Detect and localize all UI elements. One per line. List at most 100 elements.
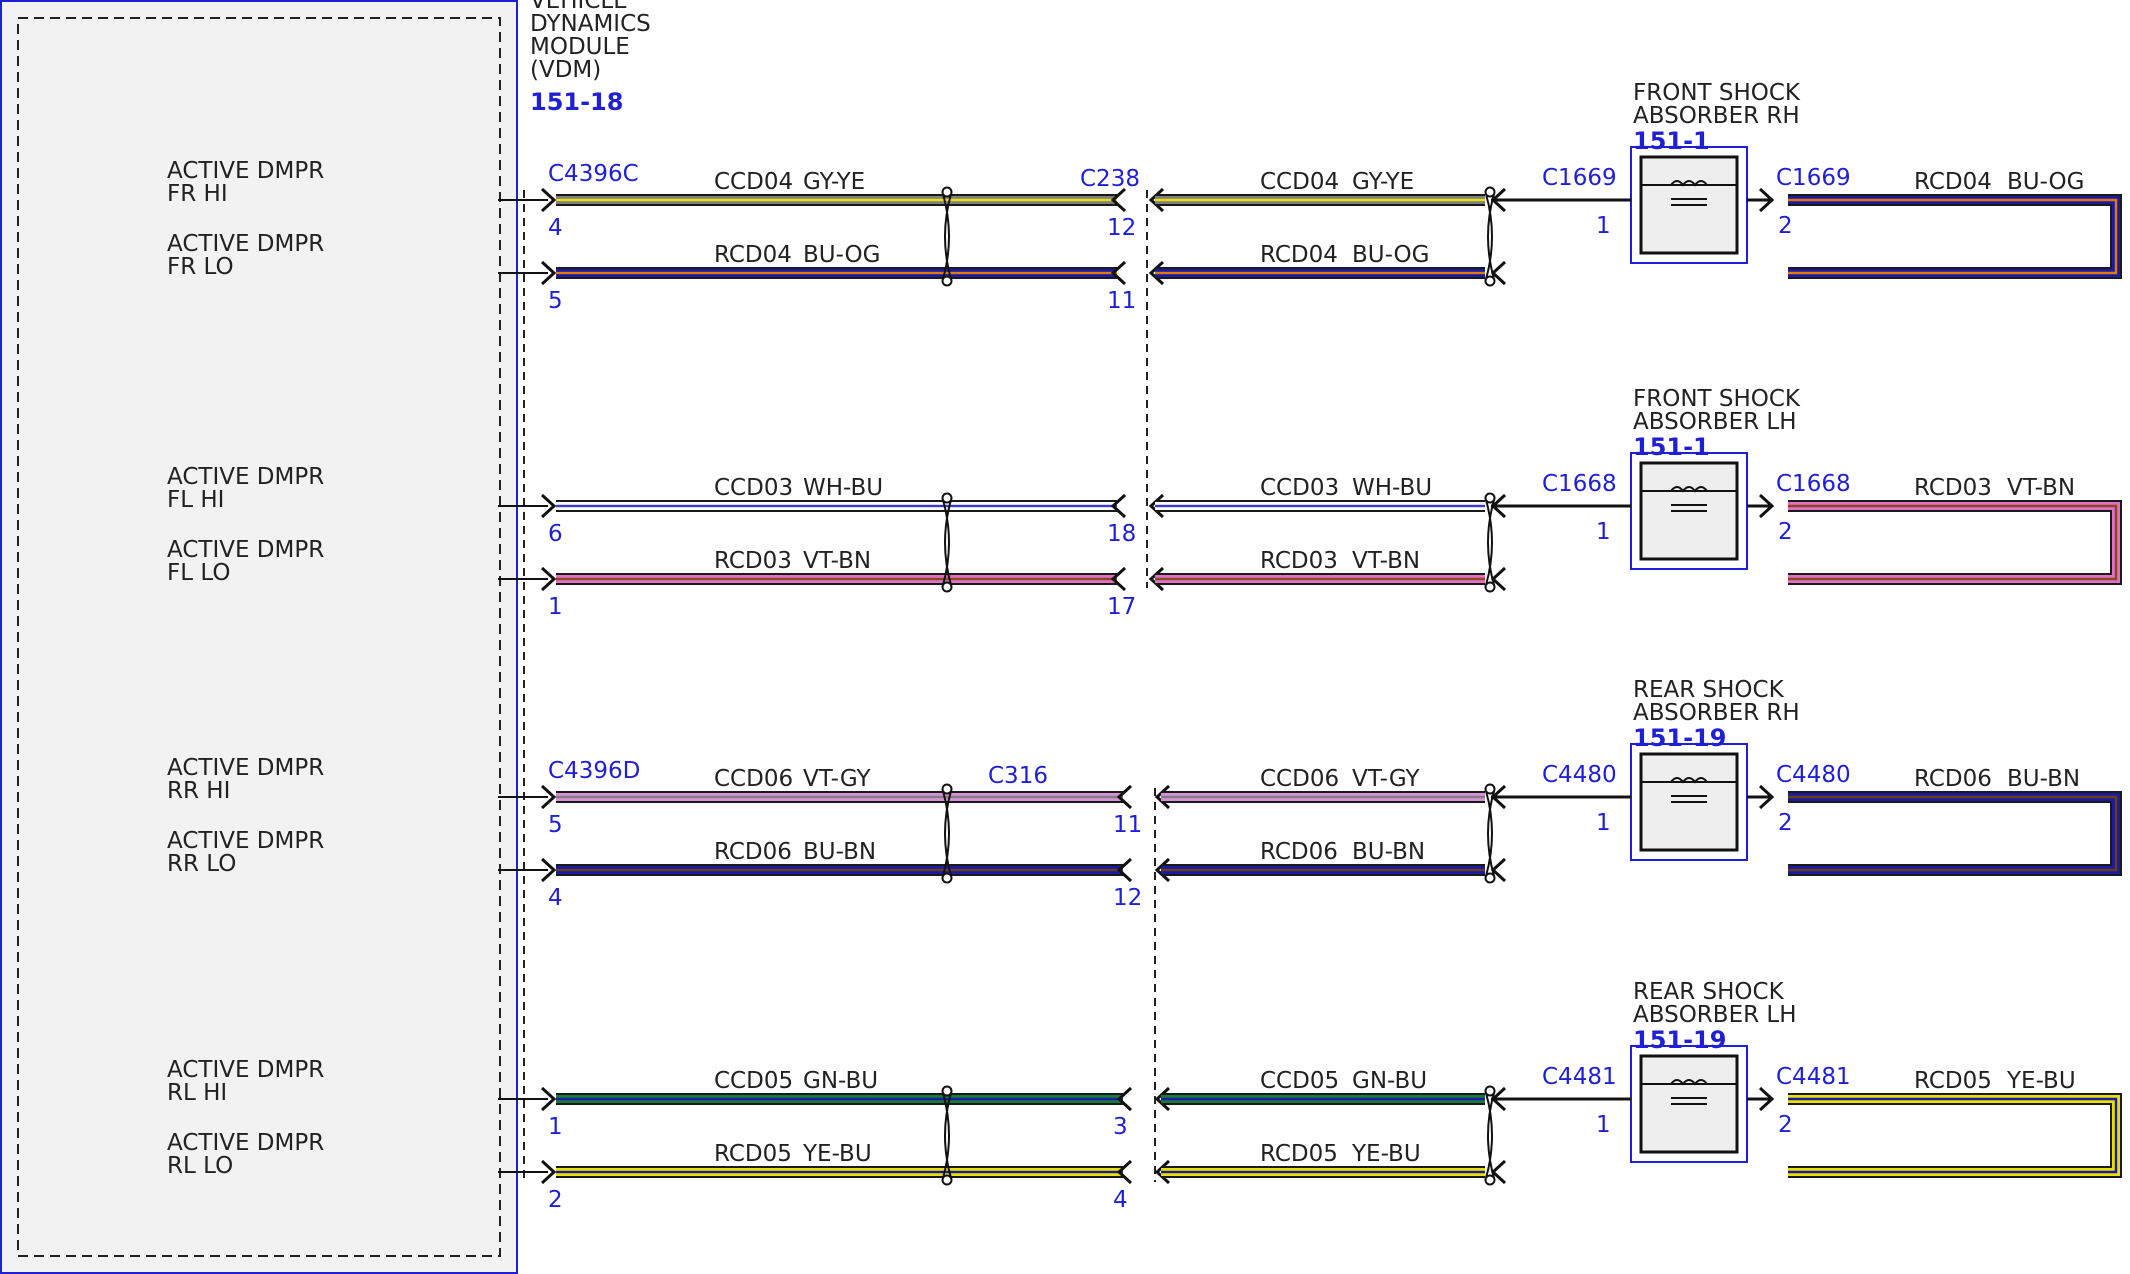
inline-connector: C316 [988, 763, 1048, 789]
wire-rcd03-loop-outline [1788, 500, 2122, 585]
inline-arrow-left [1110, 260, 1127, 286]
wire-color: BU-BN [2007, 766, 2080, 792]
device-ref: 151-1 [1633, 433, 1710, 461]
wire-rcd03-loop-stripe [1788, 504, 2118, 581]
twisted-pair-1-cap-bottom [941, 872, 953, 884]
device-connector: C1669 [1776, 165, 1851, 191]
circuit-id: CCD04 [1260, 169, 1339, 195]
module-pin-number: 5 [548, 288, 563, 314]
twisted-pair-1-cap-top [941, 186, 953, 198]
device-connector: C1668 [1776, 471, 1851, 497]
circuit-id: CCD06 [1260, 766, 1339, 792]
circuit-id: RCD04 [1914, 169, 1992, 195]
pin-label: RL LO [167, 1153, 233, 1179]
device-name: ABSORBER RH [1633, 700, 1800, 726]
device-connector: C1669 [1542, 165, 1617, 191]
device-ref: 151-1 [1633, 127, 1710, 155]
device-pin-number: 2 [1778, 519, 1793, 545]
module-pin-number: 4 [548, 885, 563, 911]
wire-color: YE-BU [2006, 1068, 2076, 1094]
wire-rcd06-segment-1-stripe [556, 868, 1123, 872]
module-pin-number: 4 [548, 215, 563, 241]
device-pin-number: 2 [1778, 810, 1793, 836]
wire-color: VT-GY [1352, 766, 1420, 792]
wire-rcd06-loop-outline [1788, 791, 2122, 876]
wire-color: BU-OG [1352, 242, 1429, 268]
circuit-id: RCD04 [1260, 242, 1338, 268]
wiring-diagram: VEHICLEDYNAMICSMODULE(VDM)151-18ACTIVE D… [0, 0, 2122, 1274]
wire-rcd03-loop-base [1788, 502, 2120, 583]
circuit-id: RCD05 [1260, 1141, 1338, 1167]
wire-rcd05-loop-base [1788, 1095, 2120, 1176]
module-connector: C4396D [548, 758, 640, 784]
wire-harness [498, 186, 2122, 1186]
wire-ccd06-segment-2-stripe [1161, 795, 1485, 799]
module-pin-number: 5 [548, 812, 563, 838]
device-pin-number: 1 [1596, 810, 1611, 836]
device-name: ABSORBER RH [1633, 103, 1800, 129]
inline-pin-number: 12 [1113, 885, 1142, 911]
inline-arrow-left [1116, 1159, 1133, 1185]
inline-pin-number: 17 [1107, 594, 1136, 620]
wire-ccd03-segment-2-stripe [1155, 504, 1485, 508]
module-connector: C4396C [548, 161, 639, 187]
wire-color: YE-BU [802, 1141, 872, 1167]
wire-rcd05-loop-outline [1788, 1093, 2122, 1178]
wire-rcd05-segment-2-stripe [1161, 1170, 1485, 1174]
wire-color: VT-BN [1352, 548, 1420, 574]
wire-rcd06-loop-base [1788, 793, 2120, 874]
circuit-id: RCD04 [714, 242, 792, 268]
circuit-id: RCD06 [1260, 839, 1338, 865]
twisted-pair-2-cap-top [1484, 186, 1496, 198]
wire-rcd04-segment-2-stripe [1155, 271, 1485, 275]
twisted-pair-2-cap-bottom [1484, 581, 1496, 593]
pin-label: RR LO [167, 851, 236, 877]
circuit-id: RCD06 [714, 839, 792, 865]
twisted-pair-1-cap-top [941, 783, 953, 795]
inline-arrow-left [1110, 566, 1127, 592]
inline-pin-number: 12 [1107, 215, 1136, 241]
wire-ccd05-segment-2-stripe [1161, 1097, 1485, 1101]
wire-color: BU-OG [803, 242, 880, 268]
wire-rcd04-loop-stripe [1788, 198, 2118, 275]
pin-label: RL HI [167, 1080, 227, 1106]
wire-ccd05-segment-1-stripe [556, 1097, 1123, 1101]
wire-rcd03-segment-2-stripe [1155, 577, 1485, 581]
module-pin-number: 1 [548, 1114, 563, 1140]
circuit-id: RCD03 [1260, 548, 1338, 574]
device-name: ABSORBER LH [1633, 1002, 1797, 1028]
circuit-id: CCD05 [714, 1068, 793, 1094]
wire-color: GN-BU [803, 1068, 878, 1094]
pin-label: FL HI [167, 487, 224, 513]
wire-ccd04-segment-1-stripe [556, 198, 1117, 202]
circuit-id: RCD05 [714, 1141, 792, 1167]
device-ref: 151-19 [1633, 724, 1726, 752]
circuit-id: CCD06 [714, 766, 793, 792]
device-connector: C4480 [1776, 762, 1851, 788]
twisted-pair-1-cap-top [941, 1085, 953, 1097]
device-name: ABSORBER LH [1633, 409, 1797, 435]
twisted-pair-1-cap-bottom [941, 1174, 953, 1186]
circuit-id: CCD05 [1260, 1068, 1339, 1094]
device-pin-number: 2 [1778, 1112, 1793, 1138]
wire-color: GY-YE [803, 169, 865, 195]
circuit-id: RCD03 [1914, 475, 1992, 501]
device-pin-number: 1 [1596, 1112, 1611, 1138]
wire-rcd04-loop-outline [1788, 194, 2122, 279]
wire-color: VT-BN [803, 548, 871, 574]
wire-color: BU-OG [2007, 169, 2084, 195]
wire-color: VT-BN [2007, 475, 2075, 501]
circuit-id: RCD05 [1914, 1068, 1992, 1094]
pin-label: FR HI [167, 181, 228, 207]
twisted-pair-2-cap-bottom [1484, 1174, 1496, 1186]
wire-rcd04-loop-base [1788, 196, 2120, 277]
circuit-id: CCD04 [714, 169, 793, 195]
device-pin-number: 1 [1596, 213, 1611, 239]
inline-arrow-left [1110, 187, 1127, 213]
module-pin-number: 1 [548, 594, 563, 620]
device-pin-number: 1 [1596, 519, 1611, 545]
twisted-pair-2-cap-bottom [1484, 872, 1496, 884]
pin-label: FR LO [167, 254, 234, 280]
wire-rcd05-loop-stripe [1788, 1097, 2118, 1174]
wire-rcd04-segment-1-stripe [556, 271, 1117, 275]
